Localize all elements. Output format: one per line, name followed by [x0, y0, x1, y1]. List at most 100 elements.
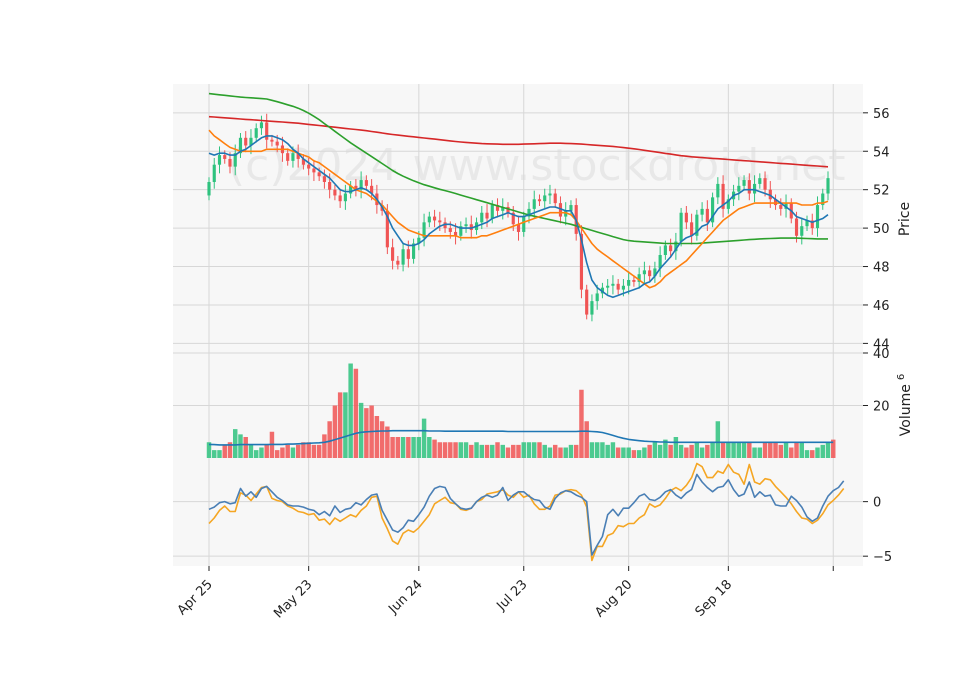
candle-body [642, 270, 646, 275]
volume-bar [747, 442, 752, 458]
candle-body [595, 293, 599, 302]
volume-bar [705, 444, 710, 458]
candle-body [537, 199, 542, 202]
stock-chart: (c)2024 www.stockdroid.net Apr 25 May 23 J… [173, 84, 914, 621]
candle-body [228, 158, 232, 167]
volume-bar [631, 450, 637, 458]
candle-body [826, 178, 830, 194]
candle-body [448, 228, 452, 232]
volume-bar [474, 442, 479, 458]
volume-bar [804, 450, 810, 458]
volume-bar [678, 444, 684, 458]
volume-bar [390, 437, 395, 458]
volume-bar [416, 437, 422, 458]
candle-body [464, 224, 468, 227]
candle-body [663, 245, 667, 256]
volume-bar [589, 442, 595, 458]
volume-bar [547, 447, 553, 458]
volume-bar [322, 434, 327, 458]
candle-body [716, 183, 720, 198]
volume-bar [316, 444, 322, 458]
volume-bar [479, 444, 485, 458]
volume-bar [348, 363, 353, 458]
volume-bar [421, 418, 427, 458]
candle-body [317, 172, 321, 177]
volume-bar [458, 442, 464, 458]
candle-body [259, 122, 264, 129]
y-tick-label: −5 [873, 550, 892, 565]
candle-body [396, 260, 400, 265]
volume-bar [652, 442, 658, 458]
candle-body [401, 249, 405, 265]
volume-bar [752, 447, 757, 458]
candle-body [490, 205, 494, 219]
candle-body [679, 212, 683, 242]
volume-bar [825, 442, 831, 458]
volume-bar [290, 447, 296, 458]
volume-bar [364, 408, 369, 458]
candle-body [800, 226, 804, 236]
candle-body [223, 155, 227, 159]
candle-body [532, 199, 536, 209]
volume-bar [789, 447, 794, 458]
x-tick-label: Aug 20 [592, 577, 635, 620]
x-tick-label: Jul 23 [494, 577, 531, 614]
volume-bar [647, 444, 652, 458]
volume-bar [710, 442, 715, 458]
candle-body [312, 168, 316, 173]
volume-bar [537, 442, 542, 458]
volume-bar [694, 442, 700, 458]
volume-bar [762, 442, 768, 458]
volume-bar [820, 444, 825, 458]
volume-bar [579, 389, 584, 458]
volume-bar [463, 442, 469, 458]
volume-bar [621, 447, 626, 458]
candle-body [705, 208, 709, 223]
volume-bar [259, 447, 264, 458]
volume-bar [636, 450, 642, 458]
volume-bar [773, 442, 778, 458]
volume-bar [495, 442, 500, 458]
candle-body [737, 185, 741, 192]
candle-body [522, 216, 526, 232]
candle-body [406, 249, 410, 259]
volume-bar [726, 442, 731, 458]
volume-bar [526, 442, 532, 458]
volume-bar [400, 437, 406, 458]
candle-body [322, 176, 326, 182]
candle-body [611, 283, 615, 286]
candle-body [752, 183, 757, 194]
candle-body [648, 270, 652, 277]
volume-bar [684, 447, 689, 458]
volume-bar [437, 442, 443, 458]
candle-body [684, 212, 688, 223]
volume-bar [232, 429, 238, 458]
volume-bar [212, 450, 217, 458]
candle-body [585, 289, 589, 315]
volume-bar [243, 437, 248, 458]
candle-body [432, 216, 437, 221]
candle-body [548, 193, 552, 196]
candle-body [632, 279, 636, 282]
volume-bar [306, 442, 311, 458]
volume-bar [563, 447, 568, 458]
candle-body [569, 205, 573, 211]
volume-bar [217, 450, 222, 458]
candle-body [553, 193, 557, 204]
candle-body [364, 180, 368, 186]
candle-body [427, 216, 431, 223]
volume-bar [657, 444, 663, 458]
x-tick-label: Jun 24 [385, 577, 425, 617]
volume-bar [810, 450, 815, 458]
candle-body [627, 279, 631, 286]
volume-bar [741, 442, 747, 458]
candle-body [480, 212, 484, 223]
volume-bar [411, 437, 416, 458]
volume-bar [699, 447, 705, 458]
volume-bar [484, 444, 490, 458]
candle-body [621, 285, 625, 290]
candle-body [328, 181, 332, 190]
volume-bar [274, 450, 280, 458]
volume-bar [615, 447, 621, 458]
candle-body [286, 153, 290, 161]
